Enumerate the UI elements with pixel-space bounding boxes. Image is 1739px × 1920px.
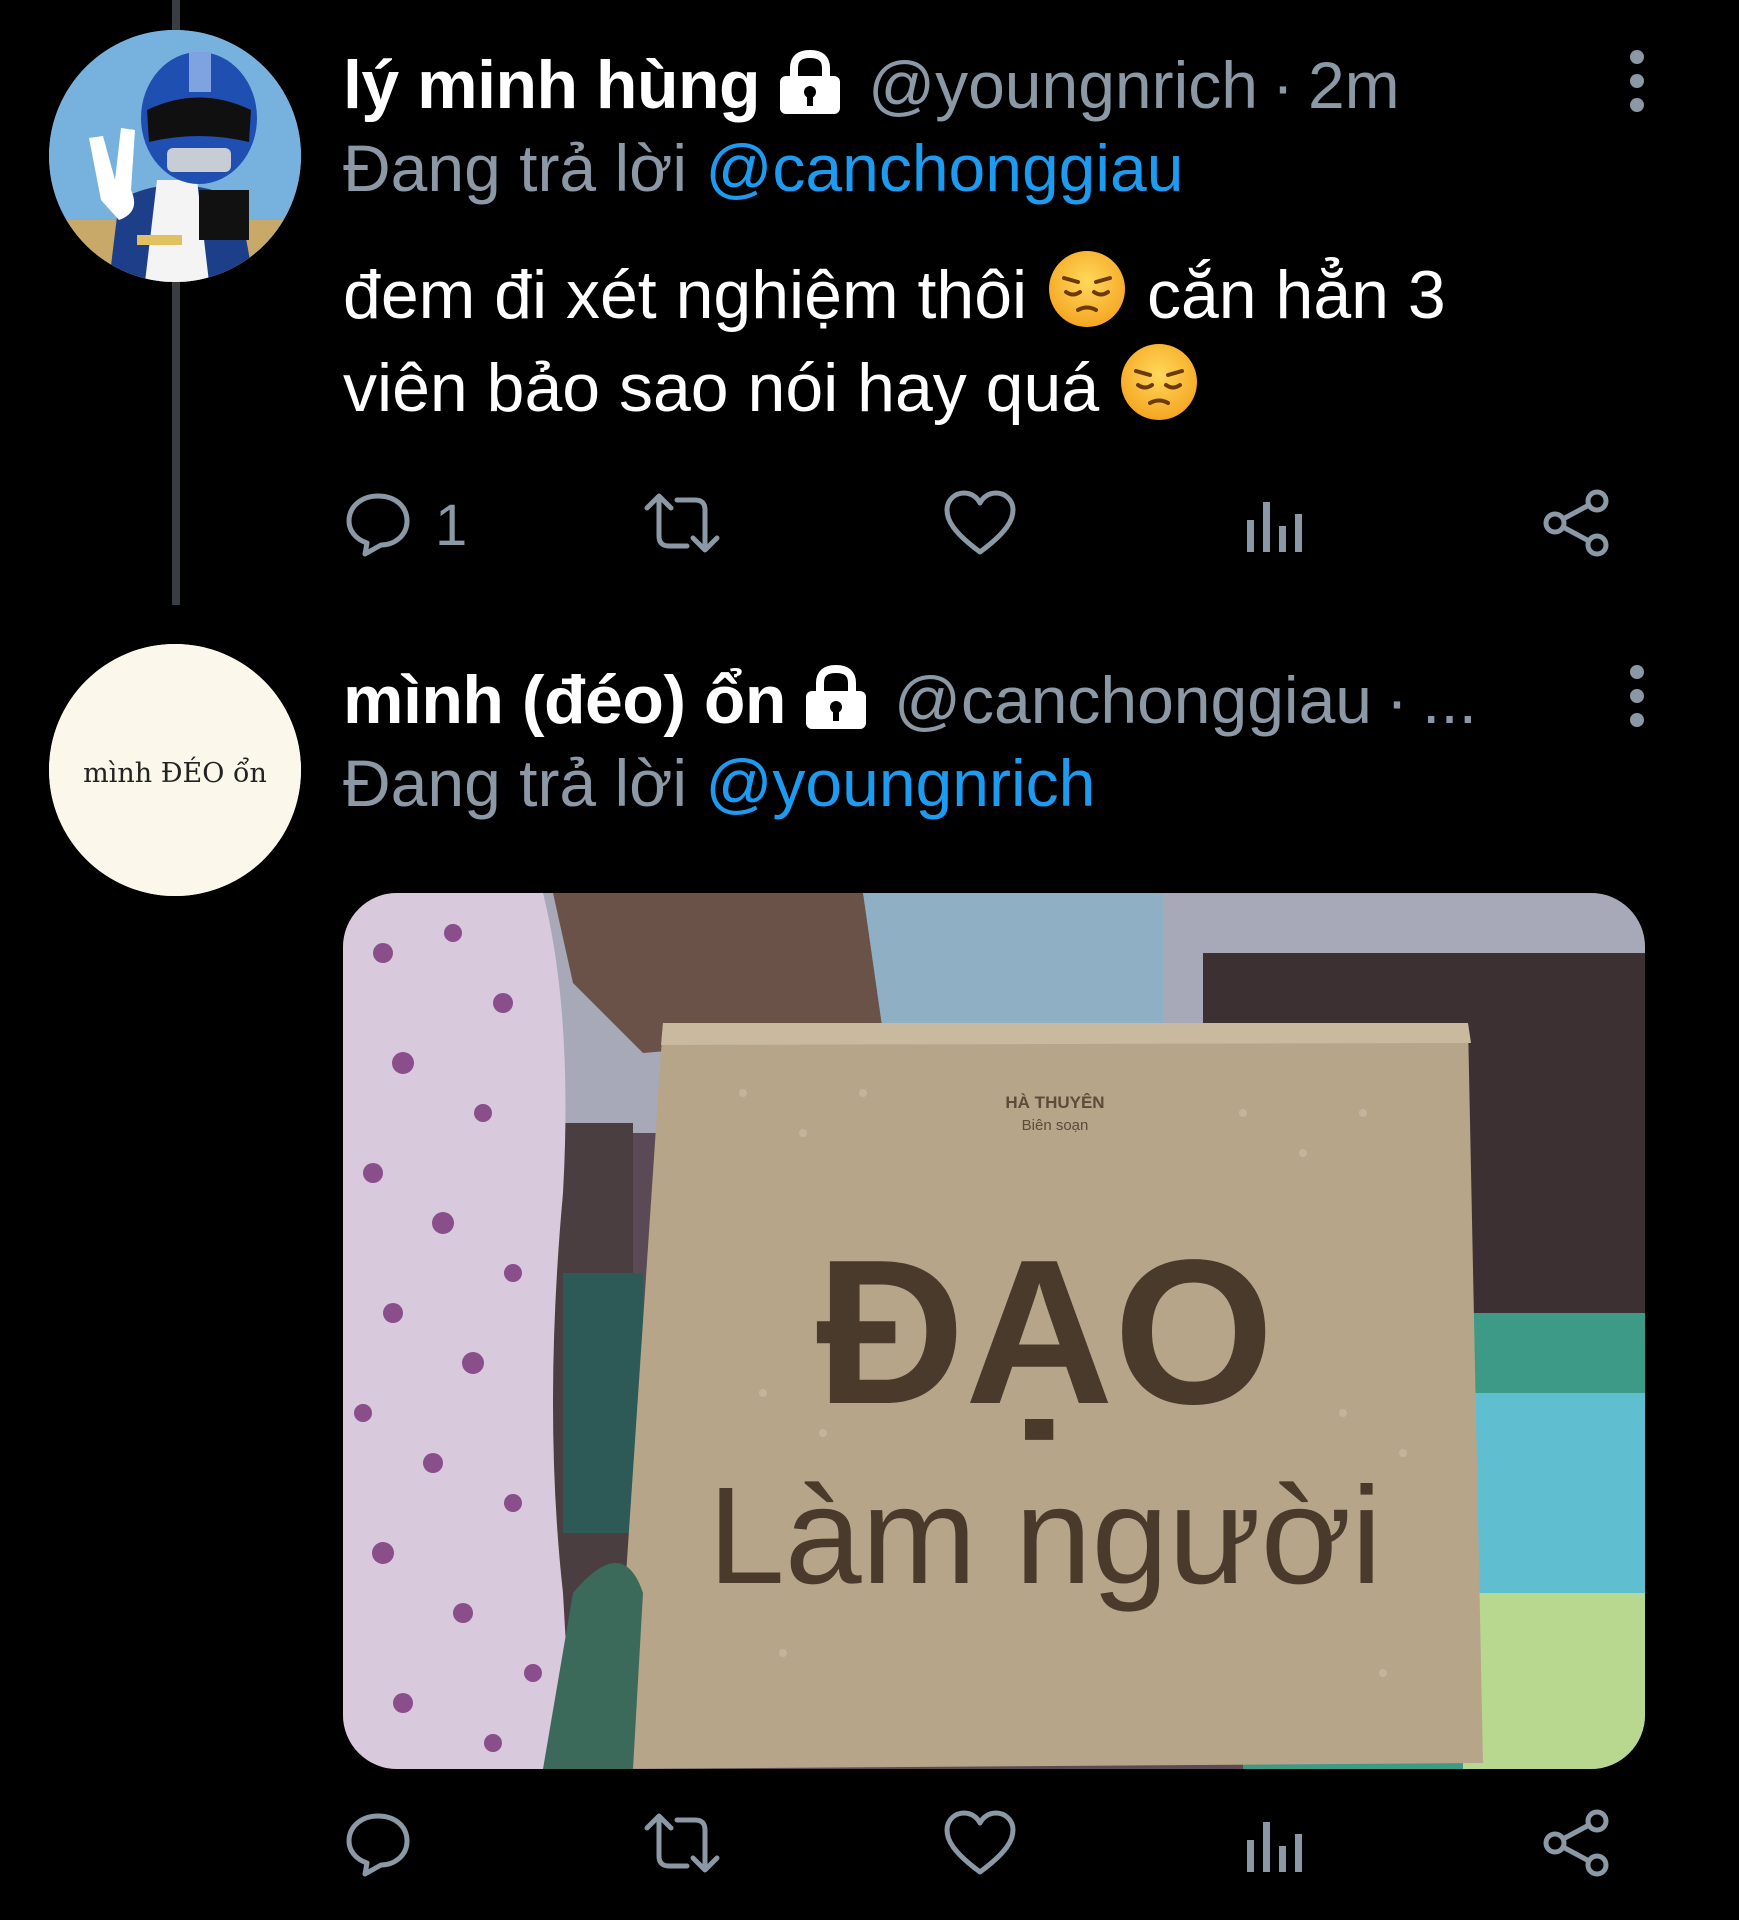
user-handle[interactable]: @youngnrich (868, 47, 1258, 123)
tweet-text-part: đem đi xét nghiệm thôi (343, 257, 1028, 333)
share-icon (1541, 487, 1613, 564)
tweet-actions (343, 1805, 1633, 1885)
avatar[interactable] (49, 30, 301, 282)
reply-icon (343, 1808, 413, 1883)
tweet-header: mình (đéo) ổn @canchonggiau · ... (343, 655, 1477, 745)
tweet-actions: 1 (343, 485, 1633, 565)
separator-dot: · (1386, 663, 1408, 737)
like-icon (943, 488, 1017, 563)
timeline: lý minh hùng @youngnrich · 2m Đang trả l… (0, 0, 1739, 1920)
share-button[interactable] (1541, 485, 1613, 565)
pensive-face-emoji (1118, 341, 1200, 423)
tweet-text-part: cắn hẳn 3 (1146, 257, 1446, 333)
share-icon (1541, 1807, 1613, 1884)
timestamp[interactable]: 2m (1308, 47, 1400, 123)
reply-button[interactable] (343, 1805, 413, 1885)
views-button[interactable] (1243, 485, 1305, 565)
lock-icon (774, 49, 846, 121)
replying-to: Đang trả lời @youngnrich (343, 745, 1095, 821)
more-vertical-icon[interactable] (1622, 663, 1652, 734)
user-handle[interactable]: @canchonggiau (894, 662, 1372, 738)
views-icon (1243, 1808, 1305, 1883)
tweet-text-part: viên bảo sao nói hay quá (343, 350, 1100, 426)
retweet-button[interactable] (641, 485, 723, 565)
reply-mention-link[interactable]: @youngnrich (705, 746, 1095, 820)
more-vertical-icon[interactable] (1622, 48, 1652, 119)
lock-icon (800, 664, 872, 736)
share-button[interactable] (1541, 1805, 1613, 1885)
replying-to: Đang trả lời @canchonggiau (343, 130, 1183, 206)
tweet-header: lý minh hùng @youngnrich · 2m (343, 40, 1400, 130)
book-author-role: Biên soạn (1022, 1117, 1089, 1134)
media-photo[interactable]: HÀ THUYÊN Biên soạn ĐẠO Làm người (343, 893, 1645, 1769)
pensive-face-emoji (1046, 248, 1128, 330)
avatar-text: mình ĐÉO ổn (83, 756, 267, 789)
book-title-line2: Làm người (708, 1459, 1382, 1613)
like-icon (943, 1808, 1017, 1883)
separator-dot: · (1271, 48, 1294, 122)
retweet-icon (641, 1808, 723, 1883)
timestamp[interactable]: ... (1422, 662, 1477, 738)
book-author: HÀ THUYÊN (1005, 1093, 1104, 1112)
retweet-button[interactable] (641, 1805, 723, 1885)
views-button[interactable] (1243, 1805, 1305, 1885)
reply-icon (343, 488, 413, 563)
reply-mention-link[interactable]: @canchonggiau (705, 131, 1183, 205)
replying-to-label: Đang trả lời (343, 131, 688, 205)
like-button[interactable] (943, 485, 1017, 565)
replying-to-label: Đang trả lời (343, 746, 688, 820)
like-button[interactable] (943, 1805, 1017, 1885)
reply-button[interactable]: 1 (343, 485, 467, 565)
display-name[interactable]: mình (đéo) ổn (343, 661, 786, 739)
views-icon (1243, 488, 1305, 563)
avatar[interactable]: mình ĐÉO ổn (49, 644, 301, 896)
retweet-icon (641, 488, 723, 563)
display-name[interactable]: lý minh hùng (343, 46, 761, 124)
tweet-text: đem đi xét nghiệm thôi cắn hẳn 3 viên bả… (343, 248, 1643, 434)
book-title-line1: ĐẠO (816, 1217, 1274, 1447)
reply-count: 1 (435, 492, 468, 558)
